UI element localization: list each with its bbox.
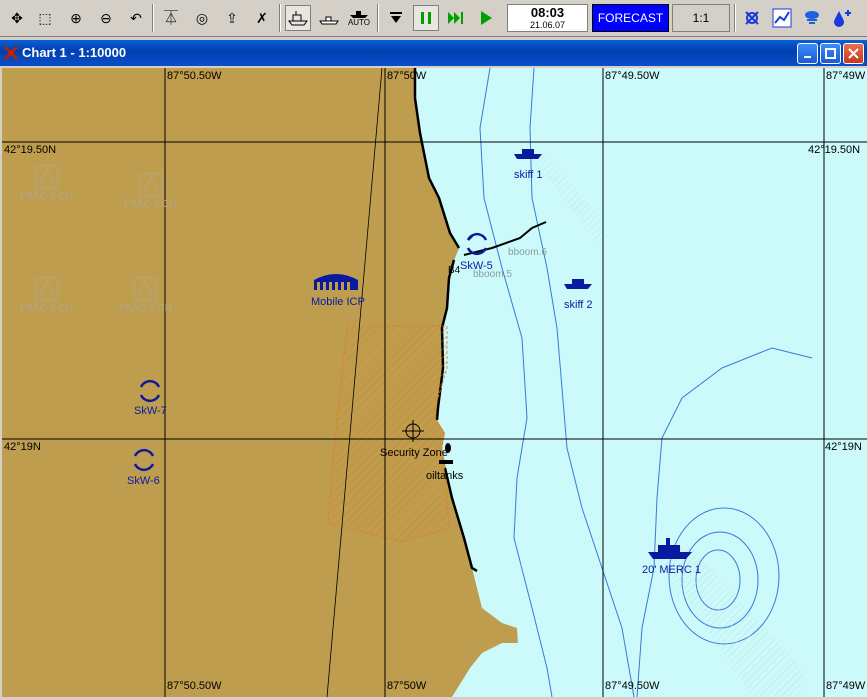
skiff1-label: skiff 1 xyxy=(514,169,543,181)
compass-icon[interactable]: ⏄ xyxy=(158,5,184,31)
security-zone-label: Security Zone xyxy=(380,447,448,459)
minimize-button[interactable] xyxy=(797,43,818,64)
mobile-icp-label: Mobile ICP xyxy=(311,296,365,308)
weather-icon[interactable] xyxy=(799,5,825,31)
security-zone-area xyxy=(327,325,450,543)
delete-icon[interactable]: ✗ xyxy=(249,5,275,31)
clock-date: 21.06.07 xyxy=(529,20,566,30)
clock-display: 08:03 21.06.07 xyxy=(507,4,588,32)
grid-label-bottom: 87°49W xyxy=(826,680,866,692)
stop-icon[interactable] xyxy=(383,5,409,31)
export-icon[interactable]: ⇪ xyxy=(219,5,245,31)
oiltanks-label: oiltanks xyxy=(426,470,464,482)
ship-view-icon[interactable] xyxy=(285,5,311,31)
maximize-icon xyxy=(825,48,836,59)
undo-icon[interactable]: ↶ xyxy=(123,5,149,31)
zoom-in-icon[interactable]: ⊕ xyxy=(63,5,89,31)
main-toolbar: ✥ ⬚ ⊕ ⊖ ↶ ⏄ ◎ ⇪ ✗ AUTO 08:03 21.06.07 FO… xyxy=(0,0,867,37)
toolbar-separator xyxy=(734,4,736,32)
pause-icon[interactable] xyxy=(413,5,439,31)
boom5-label: bboom.5 xyxy=(473,269,512,280)
grid-label-top: 87°50.50W xyxy=(167,70,222,82)
map-canvas[interactable] xyxy=(2,68,867,697)
grid-label-right: 42°19N xyxy=(825,441,862,453)
grid-label-left: 42°19N xyxy=(4,441,41,453)
grid-label-top: 87°49W xyxy=(826,70,866,82)
chart-graph-icon[interactable] xyxy=(769,5,795,31)
wind-icon[interactable] xyxy=(739,5,765,31)
skw7-label: SkW-7 xyxy=(134,405,167,417)
frac2-label: FRAC 2 CH xyxy=(20,191,73,202)
boom6-label: bboom.6 xyxy=(508,247,547,258)
toolbar-separator xyxy=(377,4,379,32)
auto-label: AUTO xyxy=(347,18,371,27)
grid-label-top: 87°50W xyxy=(387,70,427,82)
fast-forward-icon[interactable] xyxy=(443,5,469,31)
window-title: Chart 1 - 1:10000 xyxy=(22,45,127,60)
grid-label-bottom: 87°50W xyxy=(387,680,427,692)
close-button[interactable] xyxy=(843,43,864,64)
clock-time: 08:03 xyxy=(530,5,565,20)
grid-label-bottom: 87°50.50W xyxy=(167,680,222,692)
chart-map[interactable]: 87°50.50W 87°50W 87°49.50W 87°49W 87°50.… xyxy=(2,68,867,697)
maximize-button[interactable] xyxy=(820,43,841,64)
skiff2-icon xyxy=(564,279,592,289)
forecast-button[interactable]: FORECAST xyxy=(592,4,669,32)
skiff2-label: skiff 2 xyxy=(564,299,593,311)
b4-label: B4 xyxy=(448,265,461,276)
oil-drop-icon[interactable] xyxy=(829,5,855,31)
minimize-icon xyxy=(803,55,811,58)
close-icon xyxy=(848,48,859,59)
auto-mode-button[interactable]: AUTO xyxy=(346,5,372,31)
skw6-label: SkW-6 xyxy=(127,475,160,487)
target-icon[interactable]: ◎ xyxy=(189,5,215,31)
chart-window-titlebar[interactable]: Chart 1 - 1:10000 xyxy=(0,40,867,66)
select-zoom-icon[interactable]: ⬚ xyxy=(32,5,58,31)
grid-label-right: 42°19.50N xyxy=(808,144,861,156)
frac3-label: FRAC 3 CH xyxy=(20,303,73,314)
grid-label-bottom: 87°49.50W xyxy=(605,680,660,692)
scale-field[interactable]: 1:1 xyxy=(672,4,730,32)
toolbar-separator xyxy=(279,4,281,32)
zoom-out-icon[interactable]: ⊖ xyxy=(93,5,119,31)
grid-label-left: 42°19.50N xyxy=(4,144,57,156)
vessel-icon[interactable] xyxy=(316,5,342,31)
frac1-label: FRAC 1 CH xyxy=(119,303,172,314)
frac5-label: FRAC 5 CH xyxy=(124,199,177,210)
toolbar-separator xyxy=(152,4,154,32)
merc-label: 20' MERC 1 xyxy=(642,564,701,576)
play-icon[interactable] xyxy=(473,5,499,31)
grid-label-top: 87°49.50W xyxy=(605,70,660,82)
skiff1-icon xyxy=(514,149,542,159)
depth-contours xyxy=(479,68,813,697)
pan-icon[interactable]: ✥ xyxy=(4,5,30,31)
app-icon xyxy=(3,45,19,61)
